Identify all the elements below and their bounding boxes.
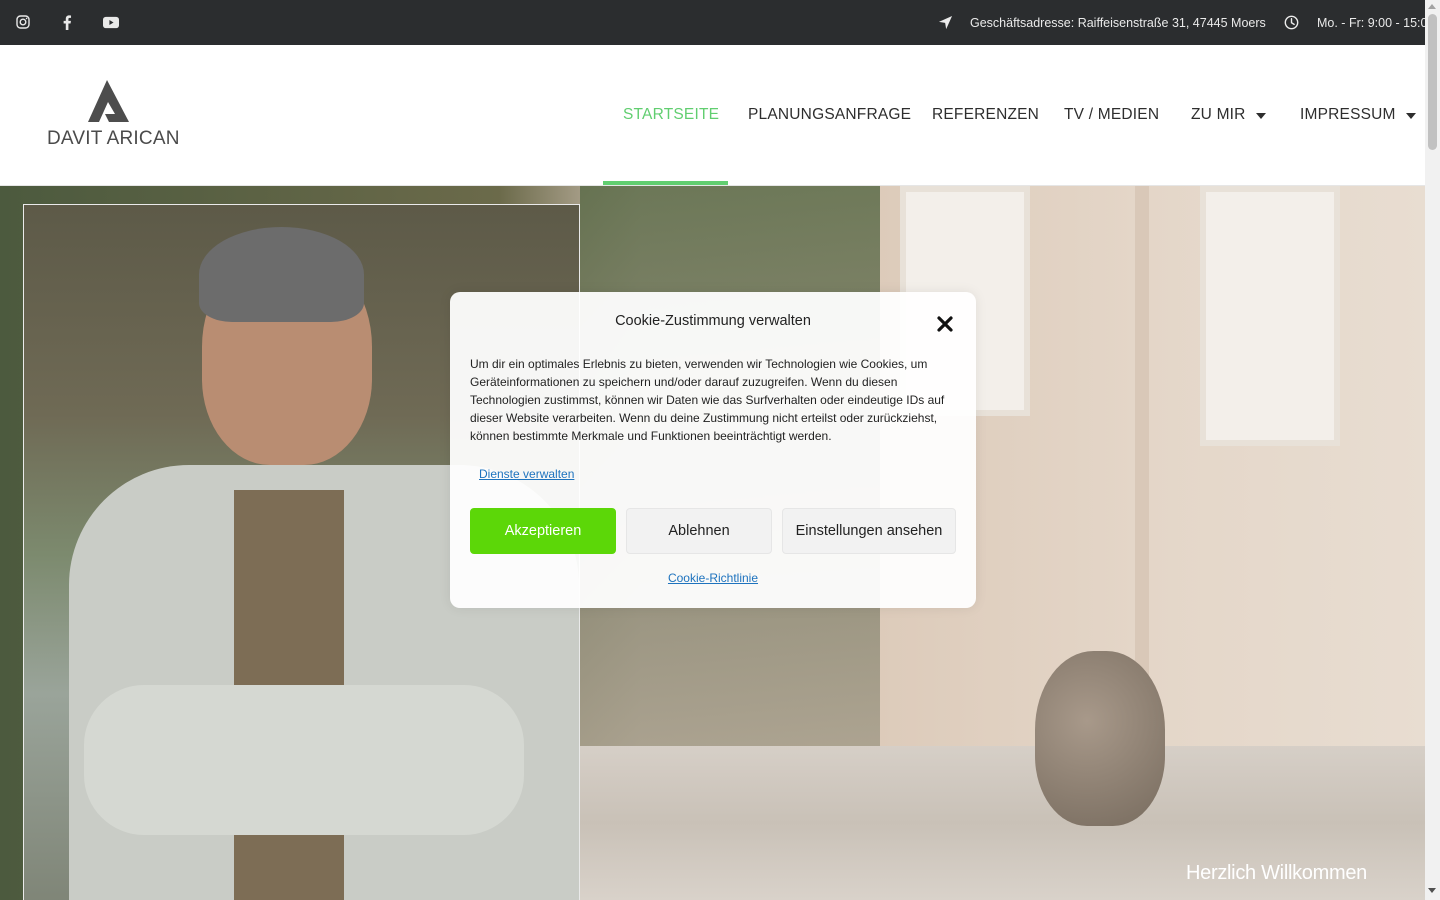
location-arrow-icon: [938, 15, 953, 30]
logo-text: DAVIT ARICAN: [47, 128, 180, 149]
caret-down-icon: [1255, 112, 1266, 119]
nav-planungsanfrage[interactable]: PLANUNGSANFRAGE: [748, 45, 911, 185]
hero-background-window: [1200, 186, 1340, 446]
portrait-arms: [84, 685, 524, 835]
manage-services-link[interactable]: Dienste verwalten: [479, 467, 574, 481]
nav-zu-mir-label: ZU MIR: [1191, 106, 1246, 123]
page-scrollbar[interactable]: [1425, 0, 1440, 900]
accept-button[interactable]: Akzeptieren: [470, 508, 616, 554]
deny-button[interactable]: Ablehnen: [626, 508, 772, 554]
cookie-consent-dialog: Cookie-Zustimmung verwalten Um dir ein o…: [450, 292, 976, 608]
nav-referenzen[interactable]: REFERENZEN: [932, 45, 1039, 185]
clock-icon: [1284, 15, 1299, 30]
top-bar: Geschäftsadresse: Raiffeisenstraße 31, 4…: [0, 0, 1434, 45]
hours-text: Mo. - Fr: 9:00 - 15:00: [1317, 15, 1435, 30]
logo[interactable]: DAVIT ARICAN: [47, 78, 179, 150]
hero-title: Herzlich Willkommen: [1186, 862, 1367, 884]
hours-info: Mo. - Fr: 9:00 - 15:00: [1284, 0, 1434, 45]
nav-impressum[interactable]: IMPRESSUM: [1300, 45, 1416, 185]
active-nav-indicator: [603, 181, 728, 185]
youtube-icon: [103, 14, 119, 30]
cookie-dialog-title: Cookie-Zustimmung verwalten: [450, 313, 976, 329]
scroll-down-arrow-icon[interactable]: [1428, 888, 1436, 893]
site-header: DAVIT ARICAN STARTSEITE PLANUNGSANFRAGE …: [0, 45, 1425, 186]
hero-background-vase: [1035, 651, 1165, 826]
portrait-hair: [199, 227, 364, 322]
scroll-up-arrow-icon[interactable]: [1428, 4, 1436, 9]
cookie-policy-link[interactable]: Cookie-Richtlinie: [450, 571, 976, 585]
cookie-dialog-text: Um dir ein optimales Erlebnis zu bieten,…: [470, 357, 945, 443]
scrollbar-thumb[interactable]: [1428, 14, 1437, 150]
address-text: Geschäftsadresse: Raiffeisenstraße 31, 4…: [970, 15, 1266, 30]
nav-tv-medien[interactable]: TV / MEDIEN: [1064, 45, 1159, 185]
nav-startseite[interactable]: STARTSEITE: [623, 45, 719, 185]
facebook-icon: [59, 14, 75, 30]
nav-zu-mir[interactable]: ZU MIR: [1191, 45, 1266, 185]
address-info: Geschäftsadresse: Raiffeisenstraße 31, 4…: [938, 0, 1266, 45]
caret-down-icon: [1405, 112, 1416, 119]
cookie-dialog-title-text: Cookie-Zustimmung verwalten: [615, 313, 811, 329]
logo-mark-icon: [88, 80, 129, 122]
instagram-icon: [15, 14, 31, 30]
view-settings-button[interactable]: Einstellungen ansehen: [782, 508, 956, 554]
close-icon[interactable]: [934, 313, 956, 335]
nav-impressum-label: IMPRESSUM: [1300, 106, 1396, 123]
